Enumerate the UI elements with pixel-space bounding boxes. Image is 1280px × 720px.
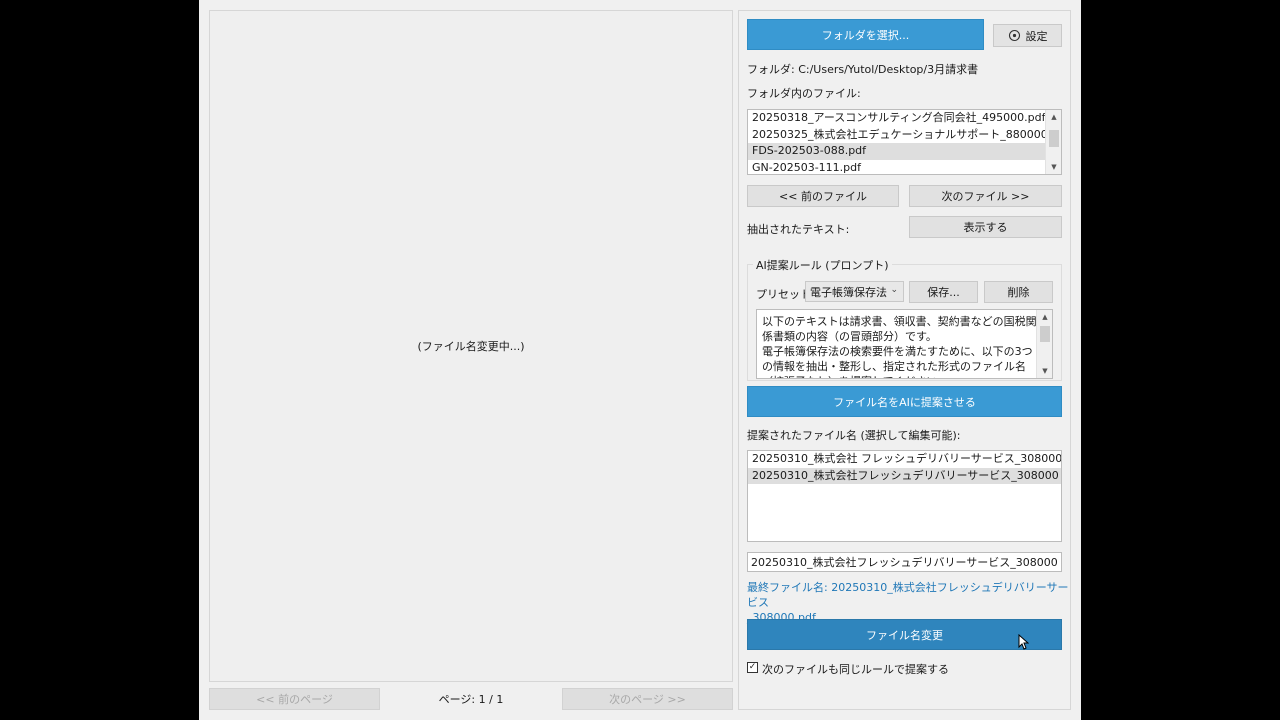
pdf-preview-pane: (ファイル名変更中...) [209,10,733,682]
page-navigation: << 前のページ ページ: 1 / 1 次のページ >> [209,688,733,710]
next-page-button[interactable]: 次のページ >> [562,688,733,710]
file-list-item[interactable]: 20250318_アースコンサルティング合同会社_495000.pdf [748,110,1061,127]
chevron-down-icon: ⌄ [890,285,898,295]
final-filename-line1: 最終ファイル名: 20250310_株式会社フレッシュデリバリーサービス [747,581,1069,609]
suggestion-item-selected[interactable]: 20250310_株式会社フレッシュデリバリーサービス_308000 [748,467,1061,484]
file-list-item[interactable]: GN-202503-111.pdf [748,160,1061,175]
preview-status-text: (ファイル名変更中...) [417,340,525,353]
file-list[interactable]: 20250318_アースコンサルティング合同会社_495000.pdf 2025… [747,109,1062,175]
next-file-button[interactable]: 次のファイル >> [909,185,1062,207]
preset-save-button[interactable]: 保存... [909,281,978,303]
files-heading: フォルダ内のファイル: [747,87,861,100]
prompt-scrollbar[interactable]: ▲ ▼ [1036,310,1052,378]
app-window: (ファイル名変更中...) << 前のページ ページ: 1 / 1 次のページ … [199,0,1081,720]
show-extracted-text-button[interactable]: 表示する [909,216,1062,238]
prompt-textarea[interactable]: 以下のテキストは請求書、領収書、契約書などの国税関係書類の内容（の冒頭部分）です… [756,309,1053,379]
same-rule-checkbox[interactable]: ✓ [747,662,758,673]
suggested-heading: 提案されたファイル名 (選択して編集可能): [747,429,961,442]
filename-input[interactable]: 20250310_株式会社フレッシュデリバリーサービス_308000 [747,552,1062,572]
file-list-item[interactable]: 20250325_株式会社エデュケーショナルサポート_880000.pdf [748,127,1061,144]
extracted-text-label: 抽出されたテキスト: [747,223,850,236]
scroll-down-icon[interactable]: ▼ [1037,364,1052,378]
gear-icon [1008,29,1021,42]
scroll-thumb[interactable] [1040,326,1050,342]
scroll-thumb[interactable] [1049,130,1059,147]
folder-path: フォルダ: C:/Users/Yutol/Desktop/3月請求書 [747,63,979,76]
settings-label: 設定 [1025,29,1048,43]
scroll-up-icon[interactable]: ▲ [1037,310,1052,324]
page-indicator: ページ: 1 / 1 [438,693,504,706]
suggestion-item[interactable]: 20250310_株式会社 フレッシュデリバリーサービス_308000 [748,451,1061,468]
prev-page-button[interactable]: << 前のページ [209,688,380,710]
prev-file-button[interactable]: << 前のファイル [747,185,899,207]
checkmark-icon: ✓ [748,662,757,672]
suggest-filename-button[interactable]: ファイル名をAIに提案させる [747,386,1062,417]
file-list-scrollbar[interactable]: ▲ ▼ [1045,110,1061,174]
scroll-down-icon[interactable]: ▼ [1046,160,1061,174]
control-panel: フォルダを選択... 設定 フォルダ: C:/Users/Yutol/Deskt… [738,10,1071,710]
preset-delete-button[interactable]: 削除 [984,281,1053,303]
preset-select[interactable]: 電子帳簿保存法 ⌄ [805,281,904,302]
select-folder-button[interactable]: フォルダを選択... [747,19,984,50]
prompt-text: 以下のテキストは請求書、領収書、契約書などの国税関係書類の内容（の冒頭部分）です… [762,315,1037,378]
file-list-item-selected[interactable]: FDS-202503-088.pdf [748,143,1045,160]
suggestion-list[interactable]: 20250310_株式会社 フレッシュデリバリーサービス_308000 2025… [747,450,1062,542]
same-rule-checkbox-label: 次のファイルも同じルールで提案する [762,663,949,676]
rename-file-button[interactable]: ファイル名変更 [747,619,1062,650]
ai-rules-title: AI提案ルール (プロンプト) [753,257,892,273]
scroll-up-icon[interactable]: ▲ [1046,110,1061,124]
settings-button[interactable]: 設定 [993,24,1062,47]
preset-select-value: 電子帳簿保存法 [810,285,887,299]
